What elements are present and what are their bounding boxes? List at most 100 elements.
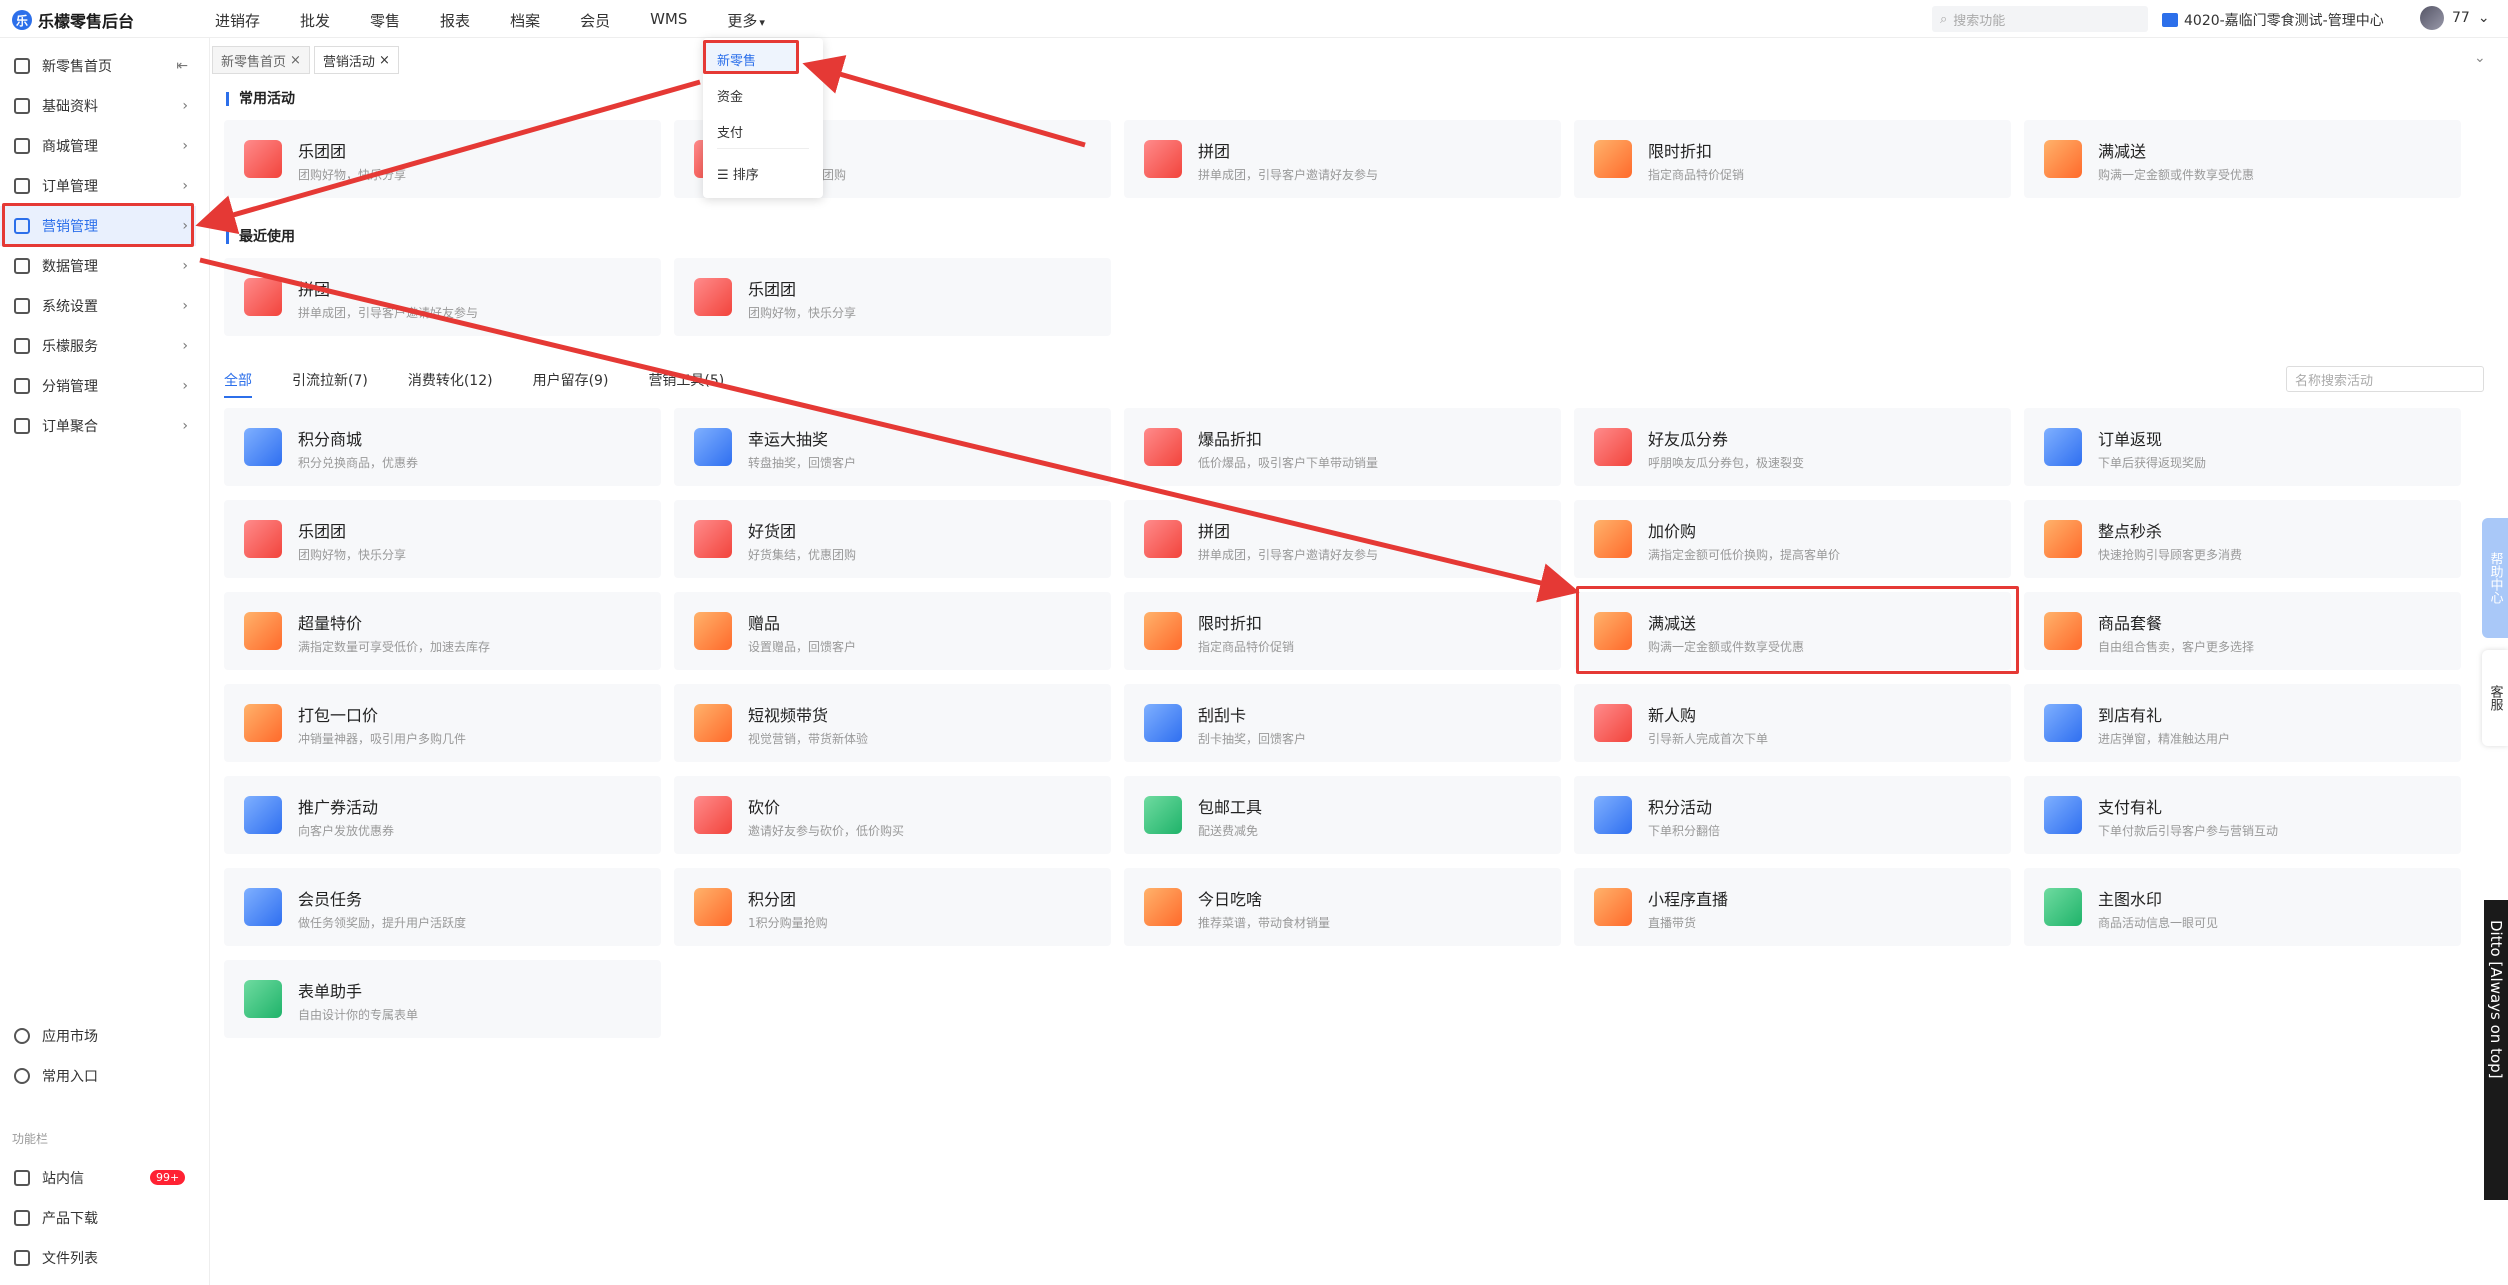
sidebar-item-label: 应用市场 — [42, 1029, 98, 1045]
activity-title: 商品套餐 — [2098, 614, 2163, 633]
filter-tab[interactable]: 引流拉新(7) — [292, 370, 368, 398]
sidebar-bottom-item[interactable]: 应用市场 — [0, 1016, 196, 1056]
nav-item[interactable]: 会员 — [580, 10, 610, 31]
activity-icon — [2044, 428, 2082, 466]
activity-card[interactable]: 新人购 引导新人完成首次下单 — [1574, 684, 2011, 762]
activity-card[interactable]: 好友瓜分券 呼朋唤友瓜分券包，极速裂变 — [1574, 408, 2011, 486]
activity-card[interactable]: 乐团团 团购好物，快乐分享 — [224, 120, 661, 198]
activity-card[interactable]: 打包一口价 冲销量神器，吸引用户多购几件 — [224, 684, 661, 762]
activity-card[interactable]: 好货团 好货集结，优惠团购 — [674, 500, 1111, 578]
sidebar-item[interactable]: 基础资料 › — [0, 86, 196, 126]
activity-card[interactable]: 整点秒杀 快速抢购引导顾客更多消费 — [2024, 500, 2461, 578]
activity-card[interactable]: 小程序直播 直播带货 — [1574, 868, 2011, 946]
activity-card[interactable]: 推广券活动 向客户发放优惠券 — [224, 776, 661, 854]
dropdown-item-funds[interactable]: 资金 — [717, 86, 743, 105]
activity-desc: 呼朋唤友瓜分券包，极速裂变 — [1648, 456, 1805, 470]
func-item[interactable]: 产品下载 — [0, 1198, 196, 1238]
activity-card[interactable]: 幸运大抽奖 转盘抽奖，回馈客户 — [674, 408, 1111, 486]
sidebar-item[interactable]: 商城管理 › — [0, 126, 196, 166]
store-selector[interactable]: 4020-嘉临门零食测试-管理中心 — [2162, 10, 2384, 30]
func-item[interactable]: 文件列表 — [0, 1238, 196, 1278]
sidebar-item[interactable]: 乐檬服务 › — [0, 326, 196, 366]
activity-desc: 下单积分翻倍 — [1648, 824, 1721, 838]
func-item[interactable]: 站内信 99+ — [0, 1158, 196, 1198]
ditto-window[interactable]: Ditto [Always on top] — [2484, 900, 2508, 1200]
filter-tab[interactable]: 用户留存(9) — [533, 370, 609, 398]
chevron-right-icon: › — [182, 178, 188, 194]
close-icon[interactable]: × — [290, 53, 301, 68]
activity-card[interactable]: 超量特价 满指定数量可享受低价，加速去库存 — [224, 592, 661, 670]
nav-item[interactable]: WMS — [650, 10, 687, 31]
nav-item[interactable]: 零售 — [370, 10, 400, 31]
nav-item[interactable]: 更多 ▾ — [727, 10, 805, 31]
activity-card[interactable]: 会员任务 做任务领奖励，提升用户活跃度 — [224, 868, 661, 946]
nav-item[interactable]: 档案 — [510, 10, 540, 31]
nav-item[interactable]: 批发 — [300, 10, 330, 31]
activity-card[interactable]: 积分商城 积分兑换商品，优惠券 — [224, 408, 661, 486]
activity-card[interactable]: 今日吃啥 推荐菜谱，带动食材销量 — [1124, 868, 1561, 946]
activity-desc: 自由设计你的专属表单 — [298, 1008, 419, 1022]
brand-name: 乐檬零售后台 — [38, 12, 135, 31]
sidebar-item[interactable]: 分销管理 › — [0, 366, 196, 406]
dropdown-item-new-retail[interactable]: 新零售 — [717, 50, 756, 69]
tab-home[interactable]: 新零售首页 × — [212, 46, 310, 74]
close-icon[interactable]: × — [379, 53, 390, 68]
activity-card[interactable]: 拼团 拼单成团，引导客户邀请好友参与 — [1124, 120, 1561, 198]
top-search-input[interactable]: 搜索功能 — [1953, 10, 2005, 29]
activity-desc: 拼单成团，引导客户邀请好友参与 — [298, 306, 479, 320]
activity-card[interactable]: 短视频带货 视觉营销，带货新体验 — [674, 684, 1111, 762]
activity-card[interactable]: 到店有礼 进店弹窗，精准触达用户 — [2024, 684, 2461, 762]
activity-card[interactable]: 限时折扣 指定商品特价促销 — [1124, 592, 1561, 670]
nav-item[interactable]: 进销存 — [215, 10, 260, 31]
sidebar-item[interactable]: 数据管理 › — [0, 246, 196, 286]
activity-icon — [694, 428, 732, 466]
filter-tab[interactable]: 消费转化(12) — [408, 370, 493, 398]
user-menu[interactable]: 77 ⌄ — [2420, 6, 2490, 30]
help-center-button[interactable]: 帮助中心 — [2482, 518, 2508, 638]
activity-card[interactable]: 赠品 设置赠品，回馈客户 — [674, 592, 1111, 670]
activity-desc: 1积分购量抢购 — [748, 916, 828, 930]
chevron-down-icon[interactable]: ⌄ — [2474, 50, 2486, 66]
sidebar-item[interactable]: 系统设置 › — [0, 286, 196, 326]
activity-card[interactable]: 订单返现 下单后获得返现奖励 — [2024, 408, 2461, 486]
customer-service-button[interactable]: 客服 — [2482, 650, 2508, 746]
activity-card[interactable]: 表单助手 自由设计你的专属表单 — [224, 960, 661, 1038]
activity-card[interactable]: 主图水印 商品活动信息一眼可见 — [2024, 868, 2461, 946]
activity-card[interactable]: 拼团 拼单成团，引导客户邀请好友参与 — [224, 258, 661, 336]
menu-icon — [14, 418, 30, 434]
sidebar-item[interactable]: 订单聚合 › — [0, 406, 196, 446]
menu-icon — [14, 338, 30, 354]
sidebar-bottom-item[interactable]: 常用入口 — [0, 1056, 196, 1096]
activity-card[interactable]: 乐团团 团购好物，快乐分享 — [224, 500, 661, 578]
activity-card[interactable]: 刮刮卡 刮卡抽奖，回馈客户 — [1124, 684, 1561, 762]
filter-tab[interactable]: 营销工具(5) — [648, 370, 724, 398]
activity-card[interactable]: 乐团团 团购好物，快乐分享 — [674, 258, 1111, 336]
tab-marketing[interactable]: 营销活动 × — [313, 46, 399, 74]
activity-card[interactable]: 爆品折扣 低价爆品，吸引客户下单带动销量 — [1124, 408, 1561, 486]
dropdown-item-payment[interactable]: 支付 — [717, 122, 743, 141]
activity-title: 刮刮卡 — [1198, 706, 1247, 725]
activity-title: 订单返现 — [2098, 430, 2163, 449]
activity-card[interactable]: 加价购 满指定金额可低价换购，提高客单价 — [1574, 500, 2011, 578]
activity-card[interactable]: 满减送 购满一定金额或件数享受优惠 — [2024, 120, 2461, 198]
activity-card[interactable]: 限时折扣 指定商品特价促销 — [1574, 120, 2011, 198]
activity-card[interactable]: 积分团 1积分购量抢购 — [674, 868, 1111, 946]
activity-card[interactable]: 支付有礼 下单付款后引导客户参与营销互动 — [2024, 776, 2461, 854]
dropdown-item-sort[interactable]: ☰ 排序 — [717, 164, 759, 183]
nav-item[interactable]: 报表 — [440, 10, 470, 31]
activity-card[interactable]: 积分活动 下单积分翻倍 — [1574, 776, 2011, 854]
activity-card[interactable]: 砍价 邀请好友参与砍价，低价购买 — [674, 776, 1111, 854]
filter-tab[interactable]: 全部 — [224, 370, 252, 398]
avatar — [2420, 6, 2444, 30]
activity-card[interactable]: 拼团 拼单成团，引导客户邀请好友参与 — [1124, 500, 1561, 578]
activity-card[interactable]: 包邮工具 配送费减免 — [1124, 776, 1561, 854]
activity-search-input[interactable]: 名称搜索活动 — [2286, 366, 2484, 392]
sidebar-item[interactable]: 订单管理 › — [0, 166, 196, 206]
func-icon — [14, 1210, 30, 1226]
activity-card[interactable]: 商品套餐 自由组合售卖，客户更多选择 — [2024, 592, 2461, 670]
sidebar-item[interactable]: 新零售首页 ⇤ — [0, 46, 196, 86]
top-search[interactable]: ⌕ 搜索功能 — [1932, 6, 2148, 32]
activity-title: 限时折扣 — [1198, 614, 1263, 633]
brand[interactable]: 乐 乐檬零售后台 — [12, 8, 134, 32]
filter-tabs: 全部 引流拉新(7) 消费转化(12) 用户留存(9) 营销工具(5) — [224, 370, 764, 398]
